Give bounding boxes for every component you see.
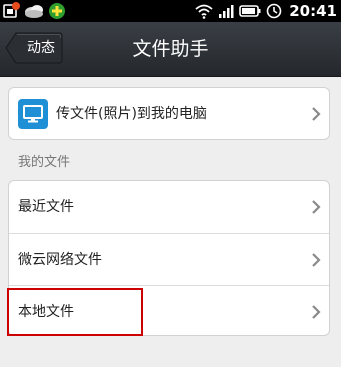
file-assistant-screen: 20:41 文件助手 动态 传文件(照片)到我的电脑 我的文件 最近文件 微云网… [0,0,341,367]
highlight-annotation-box [7,288,143,336]
status-bar-system: 20:41 [195,2,337,20]
weather-cloud-icon [23,2,45,20]
signal-icon [218,3,234,19]
chevron-right-icon [312,253,321,267]
status-bar: 20:41 [0,0,341,22]
my-files-section-label: 我的文件 [18,155,71,170]
transfer-to-pc-card: 传文件(照片)到我的电脑 [8,87,330,140]
battery-icon [239,4,261,18]
list-item-label: 最近文件 [18,199,74,215]
title-bar: 文件助手 动态 [0,22,341,77]
monitor-icon [18,99,48,129]
notification-app-icon [2,2,20,20]
chevron-right-icon [312,305,321,319]
back-button[interactable]: 动态 [5,32,63,64]
transfer-to-pc-row[interactable]: 传文件(照片)到我的电脑 [9,88,329,140]
download-plus-icon [48,2,66,20]
list-item-label: 微云网络文件 [18,252,102,268]
list-item-recent-files[interactable]: 最近文件 [9,181,329,233]
chevron-right-icon [312,107,321,121]
transfer-to-pc-label: 传文件(照片)到我的电脑 [56,106,207,122]
alarm-clock-icon [266,3,282,19]
status-bar-notifications [2,2,66,20]
list-item-weiyun-files[interactable]: 微云网络文件 [9,233,329,285]
status-bar-time: 20:41 [289,2,337,20]
wifi-icon [195,3,213,19]
back-button-label: 动态 [27,40,55,56]
chevron-right-icon [312,200,321,214]
